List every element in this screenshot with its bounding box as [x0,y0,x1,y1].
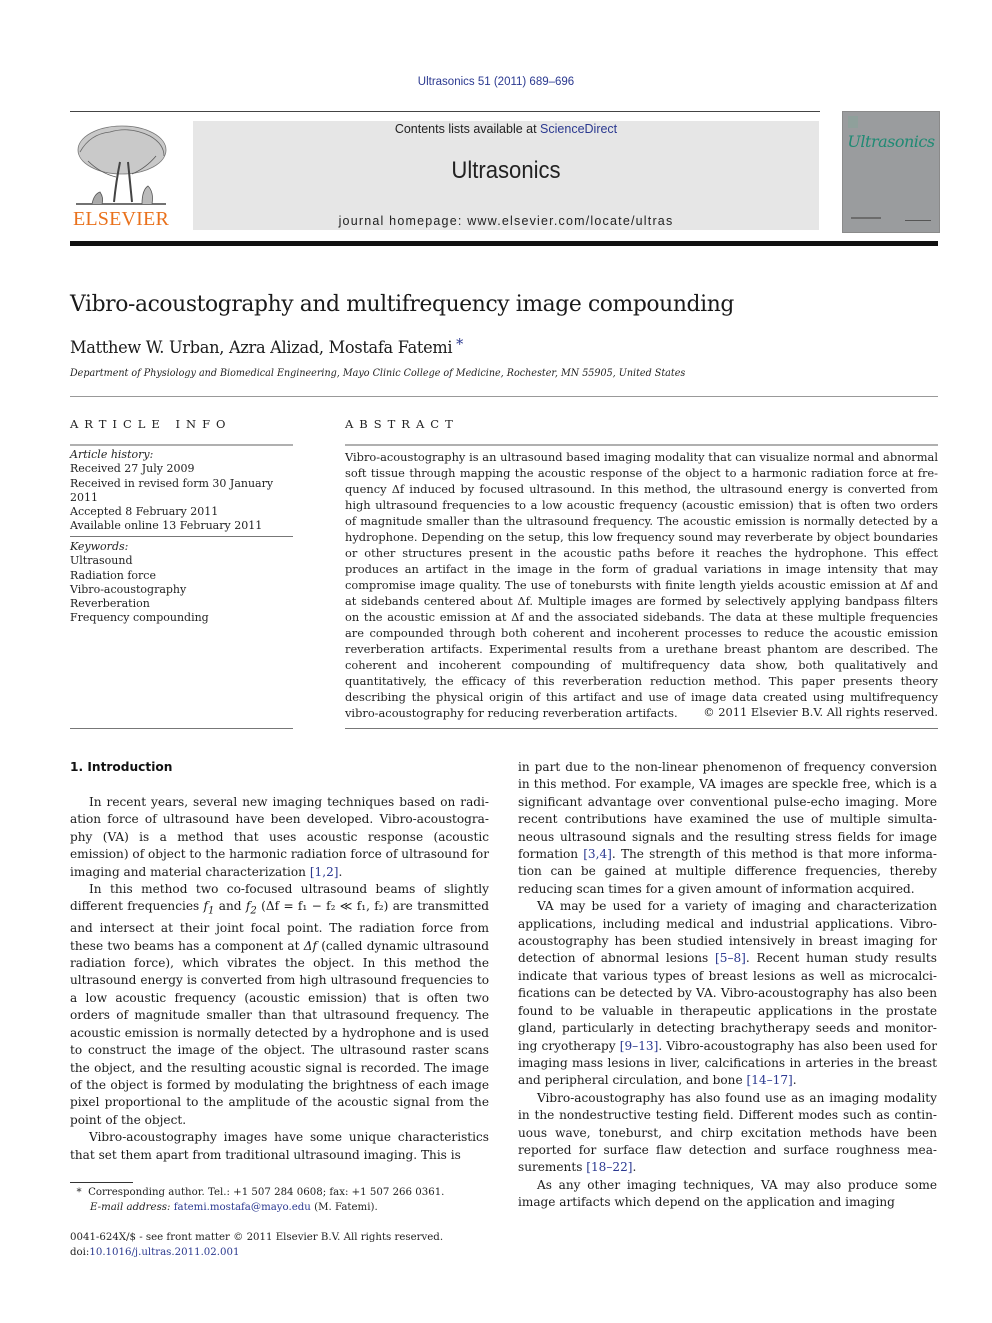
article-info-heading: ARTICLE INFO [70,417,232,431]
contact-text: Corresponding author. Tel.: +1 507 284 0… [88,1187,445,1198]
math-f2: f2 [245,899,257,917]
paragraph: VA may be used for a variety of imaging … [518,898,937,1089]
doi-line: doi:10.1016/j.ultras.2011.02.001 [70,1246,500,1261]
keyword-item: Radiation force [70,568,156,582]
citation-link[interactable]: [3,4] [583,847,612,861]
authors-text: Matthew W. Urban, Azra Alizad, Mostafa F… [70,338,453,358]
elsevier-tree-icon [72,122,170,210]
article-info-bottom-rule [70,728,293,729]
body-column-right: in part due to the non-linear phenomenon… [518,759,937,1212]
cover-footer-text [851,217,881,219]
journal-cover-thumbnail[interactable]: Ultrasonics [842,111,940,233]
cover-publisher-icon [848,116,858,128]
history-item: Accepted 8 February 2011 [70,505,219,519]
corresponding-author-mark[interactable]: * [456,335,463,353]
math-delta-f: Δf [303,938,317,953]
history-item: Received 27 July 2009 [70,462,195,476]
keywords-rule [70,536,293,537]
text: . [338,864,343,879]
abstract-rule [345,444,938,446]
math-formula: (Δf = f₁ − f₂ ≪ f₁, f₂) [256,899,389,914]
citation-link[interactable]: [1,2] [310,865,339,879]
issn-line: 0041-624X/$ - see front matter © 2011 El… [70,1232,444,1243]
history-item: Received in revised form 30 January 2011 [70,476,274,504]
citation-link[interactable]: [5–8] [715,951,746,965]
doi-prefix: doi: [70,1246,90,1258]
paper-title: Vibro-acoustography and multifrequency i… [70,291,734,317]
email-label: E-mail address: [90,1201,171,1213]
footnote-email: E-mail address: fatemi.mostafa@mayo.edu … [70,1201,500,1216]
homepage-prefix: journal homepage: [338,214,468,228]
abstract-bottom-rule [345,728,938,729]
header-rule [70,111,820,112]
article-info-rule [70,444,293,446]
footnote-rule [70,1182,133,1183]
cover-sciencedirect-icon [905,210,931,221]
cover-title: Ultrasonics [847,132,935,151]
footnote-mark: * [76,1187,82,1198]
citation-link[interactable]: [9–13] [620,1039,659,1053]
journal-masthead: Contents lists available at ScienceDirec… [193,121,819,230]
corresponding-author-footnote: * Corresponding author. Tel.: +1 507 284… [70,1186,500,1215]
elsevier-wordmark: ELSEVIER [72,208,170,230]
footnote-contact: * Corresponding author. Tel.: +1 507 284… [70,1186,500,1201]
keywords-label: Keywords: [70,540,129,553]
paragraph: In recent years, several new imaging tec… [70,794,489,881]
citation-link[interactable]: [14–17] [746,1073,792,1087]
math-f1: f1 [203,899,215,917]
abstract-text: Vibro-acoustography is an ultrasound bas… [345,450,938,720]
text: In recent years, several new imaging tec… [70,795,489,879]
text: Vibro-acoustography has also found use a… [518,1090,937,1175]
abstract-heading: ABSTRACT [345,417,459,431]
keyword-item: Vibro-acoustography [70,582,187,596]
paragraph: In this method two co-focused ultrasound… [70,881,489,1129]
text: . [792,1073,797,1088]
body-column-left: In recent years, several new imaging tec… [70,794,489,1164]
text: in part due to the non-linear phenomenon… [518,760,937,862]
paragraph: in part due to the non-linear phenomenon… [518,759,937,898]
keyword-item: Frequency compounding [70,611,209,625]
keyword-item: Reverberation [70,597,150,611]
paragraph: As any other imaging techniques, VA may … [518,1177,937,1210]
contents-line: Contents lists available at ScienceDirec… [193,122,819,136]
masthead-thick-rule [70,241,938,246]
journal-name: Ultrasonics [451,157,561,184]
contents-prefix: Contents lists available at [394,122,541,136]
citation-link[interactable]: [18–22] [586,1160,632,1174]
paragraph: Vibro-acoustography has also found use a… [518,1090,937,1177]
homepage-line: journal homepage: www.elsevier.com/locat… [193,214,819,228]
keywords: Keywords: Ultrasound Radiation force Vib… [70,540,300,626]
history-label: Article history: [70,448,154,461]
text: (called dynamic ultra­sound radiation fo… [70,938,489,1127]
sciencedirect-link[interactable]: ScienceDirect [540,122,617,136]
keyword-item: Ultrasound [70,554,133,568]
paragraph: Vibro-acoustography images have some uni… [70,1130,489,1162]
doi-link[interactable]: 10.1016/j.ultras.2011.02.001 [89,1247,239,1258]
email-link[interactable]: fatemi.mostafa@mayo.edu [174,1202,311,1213]
text: . [632,1160,637,1175]
title-divider [70,396,938,397]
history-item: Available online 13 February 2011 [70,519,263,533]
text: . Recent human study results indicate th… [518,951,937,1053]
journal-citation[interactable]: Ultrasonics 51 (2011) 689–696 [0,76,992,88]
author-list: Matthew W. Urban, Azra Alizad, Mostafa F… [70,335,463,358]
section-heading-introduction: 1. Introduction [70,760,173,774]
elsevier-logo[interactable]: ELSEVIER [70,120,172,232]
text: and [214,899,246,914]
email-suffix: (M. Fatemi). [310,1201,378,1213]
homepage-link[interactable]: www.elsevier.com/locate/ultras [467,214,673,228]
affiliation: Department of Physiology and Biomedical … [70,367,686,379]
article-history: Article history: Received 27 July 2009 R… [70,448,300,534]
abstract-copyright: © 2011 Elsevier B.V. All rights reserved… [703,705,938,719]
imprint: 0041-624X/$ - see front matter © 2011 El… [70,1231,500,1260]
